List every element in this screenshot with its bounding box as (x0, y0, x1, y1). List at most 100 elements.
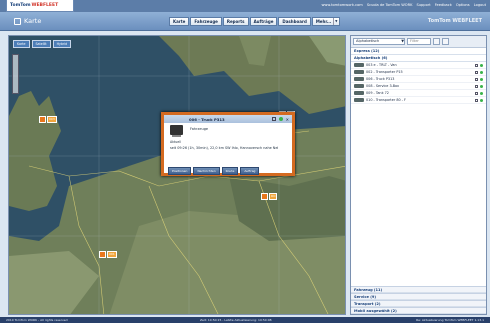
map-page-icon (14, 17, 21, 25)
info-icon[interactable] (475, 70, 478, 74)
popup-actions: Positionen Nachrichten Route Auftrag (168, 167, 260, 175)
status-online-icon (278, 117, 283, 121)
van-icon (354, 98, 364, 102)
status-version: Re: Aktualisierung TomTom WEBFLEET 1.13.… (416, 318, 484, 322)
sidebar-bottom-groups: Fahrzeug (11) Service (9) Transport (2) … (351, 286, 486, 314)
info-icon[interactable] (475, 63, 478, 67)
tab-reports[interactable]: Reports (222, 17, 249, 26)
list-item[interactable]: 008 - Service 3-Box (351, 83, 486, 90)
tab-dashboard[interactable]: Dashboard (278, 17, 311, 26)
truck-icon (99, 251, 106, 258)
list-item[interactable]: 006 - Truck P313 (351, 76, 486, 83)
vehicle-name: 008 - Service 3-Box (366, 84, 400, 88)
list-item[interactable]: 010 - Transporter 80 - F (351, 97, 486, 104)
group-header-service[interactable]: Service (9) (351, 293, 486, 300)
van-icon (354, 84, 364, 88)
status-online-icon (480, 77, 483, 81)
vehicle-marker-label: 003 (47, 116, 57, 123)
truck-icon (354, 77, 364, 81)
map-type-hybrid[interactable]: Hybrid (52, 40, 72, 48)
top-link-logout[interactable]: Logout (474, 3, 486, 7)
top-link-website[interactable]: www.tomtomwork.com (321, 3, 362, 7)
status-bar: 2010 TomTom WORK - All rights reserved Z… (0, 317, 490, 323)
vehicle-marker-label: 001 (107, 251, 117, 258)
info-icon[interactable] (475, 91, 478, 95)
brand-tomtom: TomTom (10, 3, 31, 8)
main-nav: Karte Karte Fahrzeuge Reports Aufträge D… (0, 12, 490, 31)
status-online-icon (480, 63, 483, 67)
tab-auftraege[interactable]: Aufträge (249, 17, 278, 26)
vehicle-name: 003 e - TRLT - Van (366, 63, 397, 67)
popup-plate: Aktuell (170, 140, 182, 144)
info-icon[interactable] (475, 84, 478, 88)
filter-input[interactable]: Filter (407, 38, 431, 45)
vehicle-marker[interactable]: 003 (39, 116, 57, 123)
chevron-down-icon: ▼ (401, 39, 404, 43)
search-icon[interactable] (433, 38, 440, 45)
popup-route-button[interactable]: Route (221, 167, 239, 175)
top-bar: TomTom WEBFLEET www.tomtomwork.com Scuol… (0, 0, 490, 12)
map-type-karte[interactable]: Karte (13, 40, 30, 48)
popup-order-button[interactable]: Auftrag (240, 167, 260, 175)
top-links: www.tomtomwork.com Scuola de TomTom WORK… (321, 3, 486, 7)
page-title-area: Karte (14, 17, 41, 25)
status-online-icon (480, 91, 483, 95)
top-link-support[interactable]: Support (416, 3, 430, 7)
truck-icon (170, 125, 183, 137)
popup-positions-button[interactable]: Positionen (168, 167, 192, 175)
brand-logo[interactable]: TomTom WEBFLEET (6, 0, 74, 12)
group-header-fahrzeug[interactable]: Fahrzeug (11) (351, 286, 486, 293)
zoom-control[interactable] (12, 54, 19, 94)
list-item[interactable]: 003 e - TRLT - Van (351, 62, 486, 69)
page-title: Karte (24, 17, 42, 25)
popup-position-detail: seit 09:26 (1h, 30min), 22,0 km SW Ihlo,… (170, 146, 279, 150)
vehicle-name: 010 - Transporter 80 - F (366, 98, 406, 102)
vehicle-sidebar: Alphabetisch ▼ Filter Express (12) Alpha… (350, 35, 487, 315)
top-link-feedback[interactable]: Feedback (435, 3, 452, 7)
truck-icon (354, 70, 364, 74)
tab-karte[interactable]: Karte (169, 17, 190, 26)
info-icon[interactable] (271, 117, 276, 121)
header-brand: TomTom WEBFLEET (427, 18, 482, 24)
vehicle-name: 002 - Transporter P15 (366, 70, 403, 74)
list-item[interactable]: 009 - Tank 72 (351, 90, 486, 97)
sidebar-toolbar: Alphabetisch ▼ Filter (351, 36, 486, 48)
top-link-school[interactable]: Scuola de TomTom WORK (367, 3, 413, 7)
vehicle-name: 006 - Truck P313 (366, 77, 395, 81)
group-header-alphabetical[interactable]: Alphabetisch (6) (351, 55, 486, 62)
van-icon (354, 63, 364, 67)
nav-tabs: Karte Fahrzeuge Reports Aufträge Dashboa… (169, 17, 341, 26)
group-header-mobile[interactable]: Mobil ausgewählt (2) (351, 307, 486, 314)
group-header-express[interactable]: Express (12) (351, 48, 486, 55)
sort-select-value: Alphabetisch (356, 39, 380, 43)
brand-webfleet: WEBFLEET (31, 3, 59, 8)
truck-icon (39, 116, 46, 123)
refresh-icon[interactable] (442, 38, 449, 45)
status-online-icon (480, 98, 483, 102)
tab-more-label: Mehr... (315, 19, 332, 24)
popup-header: 006 - Truck P313 ✕ (164, 115, 292, 123)
map-type-buttons: Karte Satellit Hybrid (13, 40, 72, 48)
status-online-icon (480, 70, 483, 74)
tab-fahrzeuge[interactable]: Fahrzeuge (190, 17, 222, 26)
vehicle-marker[interactable]: 001 (99, 251, 117, 258)
list-item[interactable]: 002 - Transporter P15 (351, 69, 486, 76)
info-icon[interactable] (475, 77, 478, 81)
top-link-options[interactable]: Options (456, 3, 470, 7)
map-view[interactable]: Karte Satellit Hybrid 003 001 FR RO 006 … (8, 35, 346, 315)
group-header-transport[interactable]: Transport (2) (351, 300, 486, 307)
sort-select[interactable]: Alphabetisch ▼ (353, 38, 405, 45)
vehicle-info-popup: 006 - Truck P313 ✕ Fahrzeuge Aktuell sei… (161, 112, 295, 176)
vehicle-marker[interactable]: RO (261, 193, 278, 200)
map-type-satellit[interactable]: Satellit (31, 40, 51, 48)
status-online-icon (480, 84, 483, 88)
tank-icon (354, 91, 364, 95)
close-icon[interactable]: ✕ (286, 117, 289, 122)
tab-more-dropdown[interactable]: Mehr... ▼ (311, 17, 341, 26)
chevron-down-icon: ▼ (333, 18, 338, 25)
status-time: Zeit: 10:50:15 - Letzte Aktualisierung: … (200, 318, 272, 322)
vehicle-marker-label: RO (269, 193, 278, 200)
vehicle-list: 003 e - TRLT - Van 002 - Transporter P15… (351, 62, 486, 104)
info-icon[interactable] (475, 98, 478, 102)
popup-messages-button[interactable]: Nachrichten (193, 167, 220, 175)
